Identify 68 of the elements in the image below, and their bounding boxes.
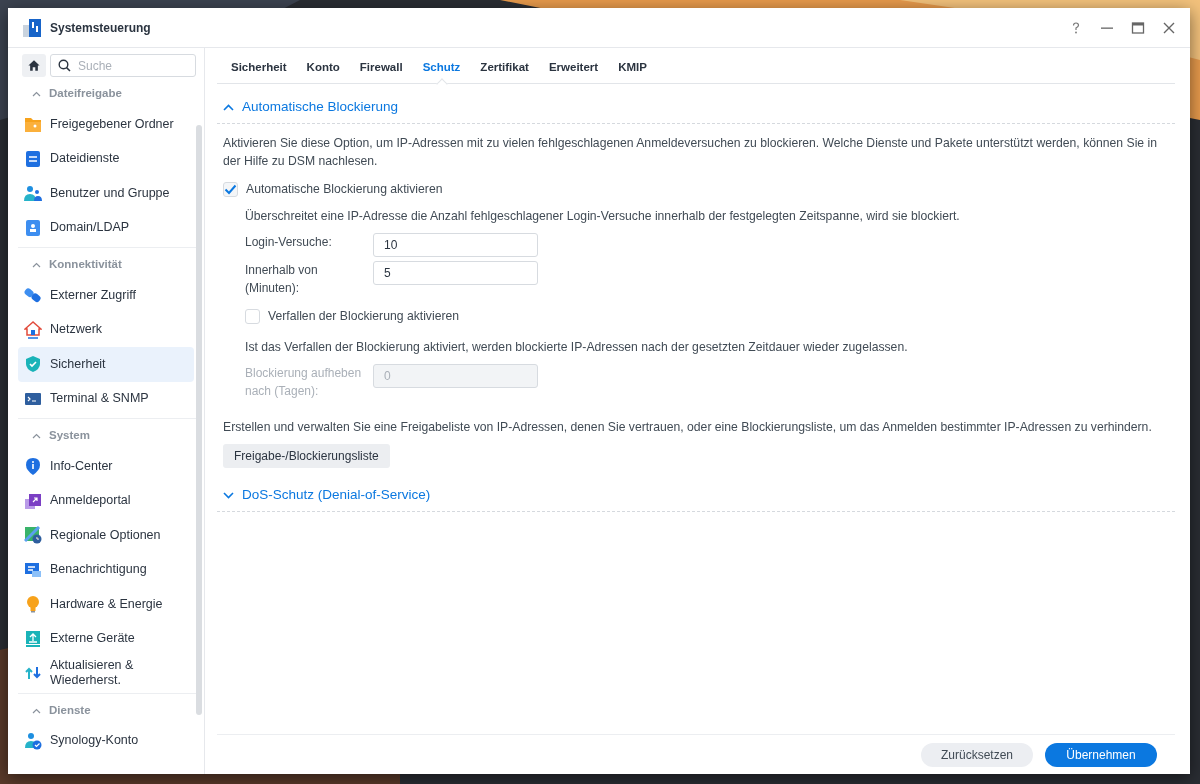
- chevron-down-icon: [223, 492, 234, 499]
- tab[interactable]: Erweitert: [538, 53, 609, 83]
- input-field[interactable]: 10: [373, 233, 538, 257]
- sidebar-item[interactable]: Benutzer und Gruppe: [18, 176, 194, 211]
- checkbox[interactable]: [245, 308, 260, 324]
- sidebar-item[interactable]: Netzwerk: [18, 312, 194, 347]
- chevron-up-icon: [32, 433, 41, 439]
- sidebar-item[interactable]: Regionale Optionen: [18, 518, 194, 553]
- apply-button[interactable]: Übernehmen: [1045, 742, 1157, 767]
- sidebar-item[interactable]: Benachrichtigung: [18, 552, 194, 587]
- sidebar-item[interactable]: Synology-Konto: [18, 723, 194, 758]
- sidebar-item[interactable]: Externer Zugriff: [18, 278, 194, 313]
- user-check-icon: [24, 731, 42, 750]
- sidebar-item[interactable]: Domain/LDAP: [18, 210, 194, 245]
- upload-icon: [24, 629, 42, 648]
- field-label: Login-Versuche:: [245, 234, 333, 251]
- contact-card-icon: [24, 218, 42, 237]
- section-header[interactable]: DoS-Schutz (Denial-of-Service): [217, 480, 1175, 512]
- sidebar-item[interactable]: Externe Geräte: [18, 621, 194, 656]
- chevron-up-icon: [32, 91, 41, 97]
- field-label: Innerhalb von (Minuten):: [245, 262, 319, 297]
- tab[interactable]: Firewall: [349, 53, 413, 83]
- checkbox-label: Verfallen der Blockierung aktivieren: [268, 308, 460, 325]
- field-label: Blockierung aufheben nach (Tagen):: [245, 365, 363, 400]
- note-text: Überschreitet eine IP-Adresse die Anzahl fehlgeschlagener Login-Versuche innerhalb der festgelegten Zeitspanne, wird sie blockiert.: [245, 208, 961, 225]
- app-icon: [22, 17, 42, 38]
- search-field[interactable]: Suche: [50, 54, 196, 77]
- sidebar-item[interactable]: Sicherheit: [18, 347, 194, 382]
- sidebar-item[interactable]: Anmeldeportal: [18, 483, 194, 518]
- map-clock-icon: [24, 526, 42, 545]
- folder-icon: [24, 115, 42, 134]
- window-title: Systemsteuerung: [50, 19, 151, 37]
- sidebar-item[interactable]: Dateidienste: [18, 141, 194, 176]
- sidebar-item[interactable]: Info-Center: [18, 449, 194, 484]
- tab[interactable]: Sicherheit: [221, 53, 297, 83]
- paragraph: Aktivieren Sie diese Option, um IP-Adressen mit zu vielen fehlgeschlagenen Anmeldeversuchen zu blockieren. Welche Dienste und Pakete unterstützt werden, können Sie in der Hilfe zu DSM nachlesen.: [223, 135, 1158, 170]
- link-icon: [24, 286, 42, 305]
- shield-icon: [24, 355, 42, 374]
- chevron-up-icon: [32, 707, 41, 714]
- paragraph: Erstellen und verwalten Sie eine Freigabeliste von IP-Adressen, denen Sie vertrauen, oder eine Blockierungsliste, um das Anmelden bestimmter IP-Adressen zu verhindern.: [223, 419, 1153, 436]
- users-icon: [24, 184, 42, 203]
- section-header[interactable]: Automatische Blockierung: [217, 92, 1175, 124]
- sidebar-item[interactable]: Terminal & SNMP: [18, 381, 194, 416]
- lightbulb-icon: [24, 595, 42, 614]
- checkbox-label: Automatische Blockierung aktivieren: [246, 181, 443, 198]
- search-icon: [58, 59, 71, 72]
- sidebar-item[interactable]: Freigegebener Ordner: [18, 107, 194, 142]
- note-text: Ist das Verfallen der Blockierung aktiviert, werden blockierte IP-Adressen nach der gesetzten Zeitdauer wieder zugelassen.: [245, 339, 909, 356]
- scrollbar[interactable]: [196, 125, 202, 715]
- sidebar-item[interactable]: Aktualisieren & Wiederherst.: [18, 656, 194, 691]
- chevron-up-icon: [223, 104, 234, 111]
- message-icon: [24, 560, 42, 579]
- input-field[interactable]: 5: [373, 261, 538, 285]
- tab[interactable]: Zertifikat: [470, 53, 539, 83]
- info-icon: [24, 457, 42, 476]
- list-button[interactable]: Freigabe-/Blockierungsliste: [223, 444, 390, 468]
- home-button[interactable]: [22, 54, 46, 77]
- sidebar-item[interactable]: Hardware & Energie: [18, 587, 194, 622]
- maximize-icon[interactable]: [1131, 20, 1145, 35]
- home-icon: [28, 59, 40, 72]
- chevron-up-icon: [32, 262, 41, 268]
- reset-button[interactable]: Zurücksetzen: [921, 742, 1033, 767]
- portal-icon: [24, 491, 42, 510]
- checkbox[interactable]: [223, 181, 238, 197]
- house-icon: [24, 320, 42, 339]
- close-icon[interactable]: [1162, 20, 1176, 35]
- tab[interactable]: Konto: [296, 53, 350, 83]
- tab[interactable]: KMIP: [608, 53, 657, 83]
